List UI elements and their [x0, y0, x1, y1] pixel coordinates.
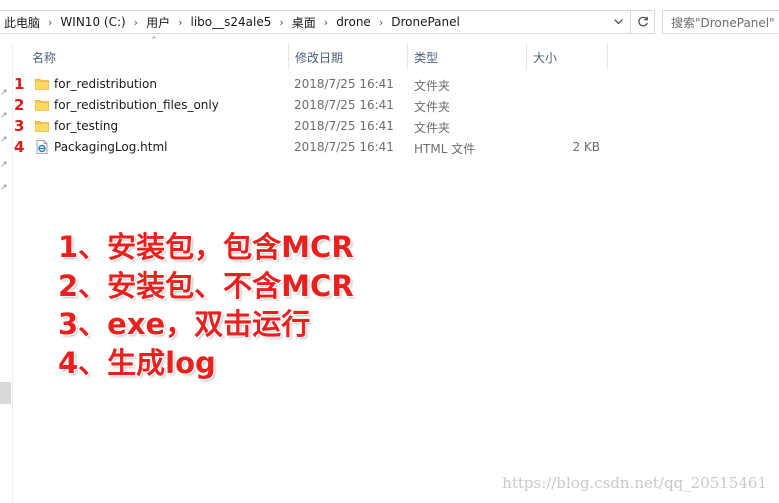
html-file-icon: [36, 140, 48, 154]
breadcrumb-drive[interactable]: WIN10 (C:): [60, 15, 125, 29]
file-row[interactable]: 1 for_redistribution 2018/7/25 16:41 文件夹: [0, 74, 779, 95]
breadcrumb-this-pc[interactable]: 此电脑: [4, 14, 40, 31]
column-header-size[interactable]: 大小: [527, 44, 607, 70]
column-header-name-label: 名称: [32, 50, 57, 65]
annotation-line: 1、安装包，包含MCR: [58, 230, 354, 264]
chevron-right-icon[interactable]: ›: [324, 16, 328, 29]
annotation-line: 3、exe，双击运行: [58, 307, 311, 341]
row-number-annotation: 2: [14, 96, 25, 114]
file-type: HTML 文件: [414, 142, 476, 156]
file-name: for_redistribution_files_only: [54, 98, 219, 112]
chevron-right-icon[interactable]: ›: [379, 16, 383, 29]
column-header-modified[interactable]: 修改日期: [289, 44, 407, 70]
chevron-right-icon[interactable]: ›: [134, 16, 138, 29]
annotation-line: 2、安装包、不含MCR: [58, 268, 354, 303]
row-number-annotation: 4: [14, 138, 25, 156]
row-number-annotation: 1: [14, 75, 25, 93]
breadcrumb-dronepanel[interactable]: DronePanel: [391, 15, 460, 29]
file-date: 2018/7/25 16:41: [294, 98, 394, 112]
folder-icon: [35, 100, 49, 111]
column-header-modified-label: 修改日期: [295, 50, 344, 65]
pin-icon[interactable]: ↗: [0, 183, 10, 193]
file-name: for_testing: [54, 119, 119, 133]
search-input[interactable]: 搜索"DronePanel": [662, 10, 779, 34]
column-header-type[interactable]: 类型: [408, 44, 526, 70]
annotation-list: 1、安装包，包含MCR 2、安装包、不含MCR 3、exe，双击运行 4、生成l…: [58, 228, 354, 382]
address-row: 此电脑 › WIN10 (C:) › 用户 › libo__s24ale5 › …: [0, 0, 779, 44]
column-header-type-label: 类型: [414, 50, 439, 65]
file-date: 2018/7/25 16:41: [294, 140, 394, 154]
file-name: for_redistribution: [54, 77, 157, 91]
column-header-size-label: 大小: [533, 50, 558, 65]
chevron-right-icon[interactable]: ›: [279, 16, 283, 29]
breadcrumb-users[interactable]: 用户: [146, 14, 170, 31]
file-size: 2 KB: [572, 140, 600, 154]
folder-icon: [35, 79, 49, 90]
folder-icon: [35, 121, 49, 132]
file-type: 文件夹: [414, 79, 451, 93]
chevron-right-icon[interactable]: ›: [178, 16, 182, 29]
column-header-name[interactable]: 名称: [26, 44, 292, 70]
chevron-down-icon: [613, 19, 623, 25]
search-placeholder: 搜索"DronePanel": [671, 15, 775, 30]
breadcrumb-desktop[interactable]: 桌面: [292, 14, 316, 31]
file-row[interactable]: 4 PackagingLog.html 2018/7/25 16:41 HTML…: [0, 137, 779, 158]
refresh-icon: [637, 16, 648, 27]
file-type: 文件夹: [414, 100, 451, 114]
column-divider[interactable]: [607, 44, 608, 70]
nav-selected-item[interactable]: [0, 382, 11, 404]
file-date: 2018/7/25 16:41: [294, 119, 394, 133]
file-name: PackagingLog.html: [54, 140, 168, 154]
breadcrumb-drone[interactable]: drone: [336, 15, 371, 29]
address-history-dropdown[interactable]: [606, 10, 630, 34]
file-type: 文件夹: [414, 121, 451, 135]
file-list: 1 for_redistribution 2018/7/25 16:41 文件夹…: [0, 74, 779, 158]
file-row[interactable]: 2 for_redistribution_files_only 2018/7/2…: [0, 95, 779, 116]
pin-icon[interactable]: ↗: [0, 160, 10, 170]
chevron-right-icon[interactable]: ›: [48, 16, 52, 29]
file-date: 2018/7/25 16:41: [294, 77, 394, 91]
refresh-button[interactable]: [630, 10, 655, 34]
watermark: https://blog.csdn.net/qq_20515461: [502, 474, 767, 492]
breadcrumb-user[interactable]: libo__s24ale5: [191, 15, 272, 29]
file-row[interactable]: 3 for_testing 2018/7/25 16:41 文件夹: [0, 116, 779, 137]
breadcrumb[interactable]: 此电脑 › WIN10 (C:) › 用户 › libo__s24ale5 › …: [0, 10, 655, 34]
annotation-line: 4、生成log: [58, 345, 216, 380]
column-header-row: 名称 修改日期 类型 大小: [14, 44, 779, 70]
row-number-annotation: 3: [14, 117, 25, 135]
